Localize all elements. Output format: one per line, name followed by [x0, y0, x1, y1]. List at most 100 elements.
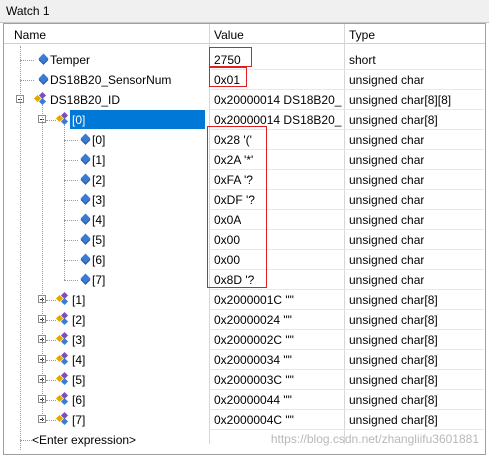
variable-icon [80, 213, 91, 224]
tree-line [64, 240, 78, 241]
row-name: [2] [92, 173, 106, 187]
row-type: unsigned char [349, 273, 425, 287]
row-type: unsigned char [349, 193, 425, 207]
tree-line [20, 80, 34, 81]
variable-icon [80, 233, 91, 244]
row-type: unsigned char [349, 253, 425, 267]
row-value[interactable]: 0x2A '*' [214, 153, 253, 167]
row-value[interactable]: 0x2000001C "" [214, 293, 294, 307]
column-header-name[interactable]: Name [14, 28, 46, 42]
row-type: unsigned char [349, 153, 425, 167]
row-name: [5] [92, 233, 106, 247]
variable-icon [80, 253, 91, 264]
row-value[interactable]: 0x20000014 DS18B20_I... [214, 113, 342, 127]
tree-line [64, 125, 65, 280]
array-icon [55, 411, 70, 426]
watch-row[interactable]: [7] 0x2000004C "" unsigned char[8] [4, 410, 484, 430]
row-type: unsigned char[8] [349, 413, 438, 427]
row-value[interactable]: 2750 [214, 53, 241, 67]
row-type: unsigned char[8] [349, 113, 438, 127]
row-name: DS18B20_ID [50, 93, 121, 107]
row-type: unsigned char [349, 133, 425, 147]
watch-row[interactable]: [2] 0x20000024 "" unsigned char[8] [4, 310, 484, 330]
array-icon [55, 111, 70, 126]
watch-row[interactable]: [6] 0x20000044 "" unsigned char[8] [4, 390, 484, 410]
window-title: Watch 1 [6, 4, 50, 18]
tree-line [46, 360, 56, 361]
tree-line [64, 200, 78, 201]
row-type: unsigned char[8] [349, 293, 438, 307]
row-value[interactable]: 0x00 [214, 233, 240, 247]
enter-expression-input[interactable]: <Enter expression> [32, 433, 136, 447]
tree-line [64, 260, 78, 261]
row-name: [0] [92, 133, 106, 147]
column-header-value[interactable]: Value [214, 28, 244, 42]
tree-line [46, 340, 56, 341]
column-header: Name Value Type [4, 24, 485, 44]
column-header-type[interactable]: Type [349, 28, 375, 42]
row-name: [7] [92, 273, 106, 287]
row-type: unsigned char[8] [349, 333, 438, 347]
selection-highlight [70, 110, 205, 129]
watch-row[interactable]: DS18B20_ID 0x20000014 DS18B20_ID unsigned … [4, 90, 484, 110]
watch-panel: Name Value Type Temper 2750 short DS18B20_S… [3, 23, 486, 455]
watch-window-titlebar: Watch 1 [0, 0, 489, 23]
row-value[interactable]: 0x20000044 "" [214, 393, 292, 407]
row-value[interactable]: 0x2000003C "" [214, 373, 294, 387]
tree-line [64, 280, 78, 281]
tree-line [64, 220, 78, 221]
row-value[interactable]: 0x20000024 "" [214, 313, 292, 327]
row-value[interactable]: 0xFA '? [214, 173, 253, 187]
variable-icon [80, 133, 91, 144]
array-icon [55, 291, 70, 306]
row-name: [4] [72, 353, 86, 367]
row-value[interactable]: 0x8D '? [214, 273, 254, 287]
row-value[interactable]: 0x01 [214, 73, 240, 87]
watch-row[interactable]: DS18B20_SensorNum 0x01 unsigned char [4, 70, 484, 90]
array-icon [55, 391, 70, 406]
row-type: unsigned char[8][8] [349, 93, 452, 107]
variable-icon [38, 53, 49, 64]
array-icon [33, 91, 48, 106]
row-name: [4] [92, 213, 106, 227]
array-icon [55, 311, 70, 326]
tree-line [46, 320, 56, 321]
tree-line [64, 140, 78, 141]
row-value[interactable]: 0x20000014 DS18B20_ID [214, 93, 342, 107]
watch-row[interactable]: Temper 2750 short [4, 50, 484, 70]
row-type: short [349, 53, 376, 67]
tree-line [46, 420, 56, 421]
row-name: [6] [72, 393, 86, 407]
row-name: DS18B20_SensorNum [50, 73, 172, 87]
row-name: [0] [72, 113, 86, 127]
watch-row[interactable]: [1] 0x2000001C "" unsigned char[8] [4, 290, 484, 310]
watermark-text: https://blog.csdn.net/zhangliifu3601881 [270, 432, 479, 446]
watch-row[interactable]: [5] 0x2000003C "" unsigned char[8] [4, 370, 484, 390]
row-type: unsigned char[8] [349, 353, 438, 367]
watch-row[interactable]: [4] 0x20000034 "" unsigned char[8] [4, 350, 484, 370]
row-name: [1] [92, 153, 106, 167]
row-value[interactable]: 0x28 '(' [214, 133, 252, 147]
tree-line [42, 105, 43, 420]
row-value[interactable]: 0x20000034 "" [214, 353, 292, 367]
tree-line [64, 180, 78, 181]
tree-line [46, 380, 56, 381]
variable-icon [38, 73, 49, 84]
row-value[interactable]: 0x2000004C "" [214, 413, 294, 427]
row-name: [5] [72, 373, 86, 387]
tree-line [46, 300, 56, 301]
row-value[interactable]: 0xDF '? [214, 193, 255, 207]
tree-line [20, 46, 21, 450]
watch-row[interactable]: [3] 0x2000002C "" unsigned char[8] [4, 330, 484, 350]
row-name: Temper [50, 53, 91, 67]
row-name: [6] [92, 253, 106, 267]
tree-line [46, 400, 56, 401]
row-type: unsigned char[8] [349, 313, 438, 327]
row-value[interactable]: 0x2000002C "" [214, 333, 294, 347]
variable-icon [80, 193, 91, 204]
tree-line [20, 60, 34, 61]
row-value[interactable]: 0x0A [214, 213, 241, 227]
row-value[interactable]: 0x00 [214, 253, 240, 267]
watch-row[interactable]: [0] 0x20000014 DS18B20_I... unsigned char[… [4, 110, 484, 130]
row-type: unsigned char[8] [349, 373, 438, 387]
